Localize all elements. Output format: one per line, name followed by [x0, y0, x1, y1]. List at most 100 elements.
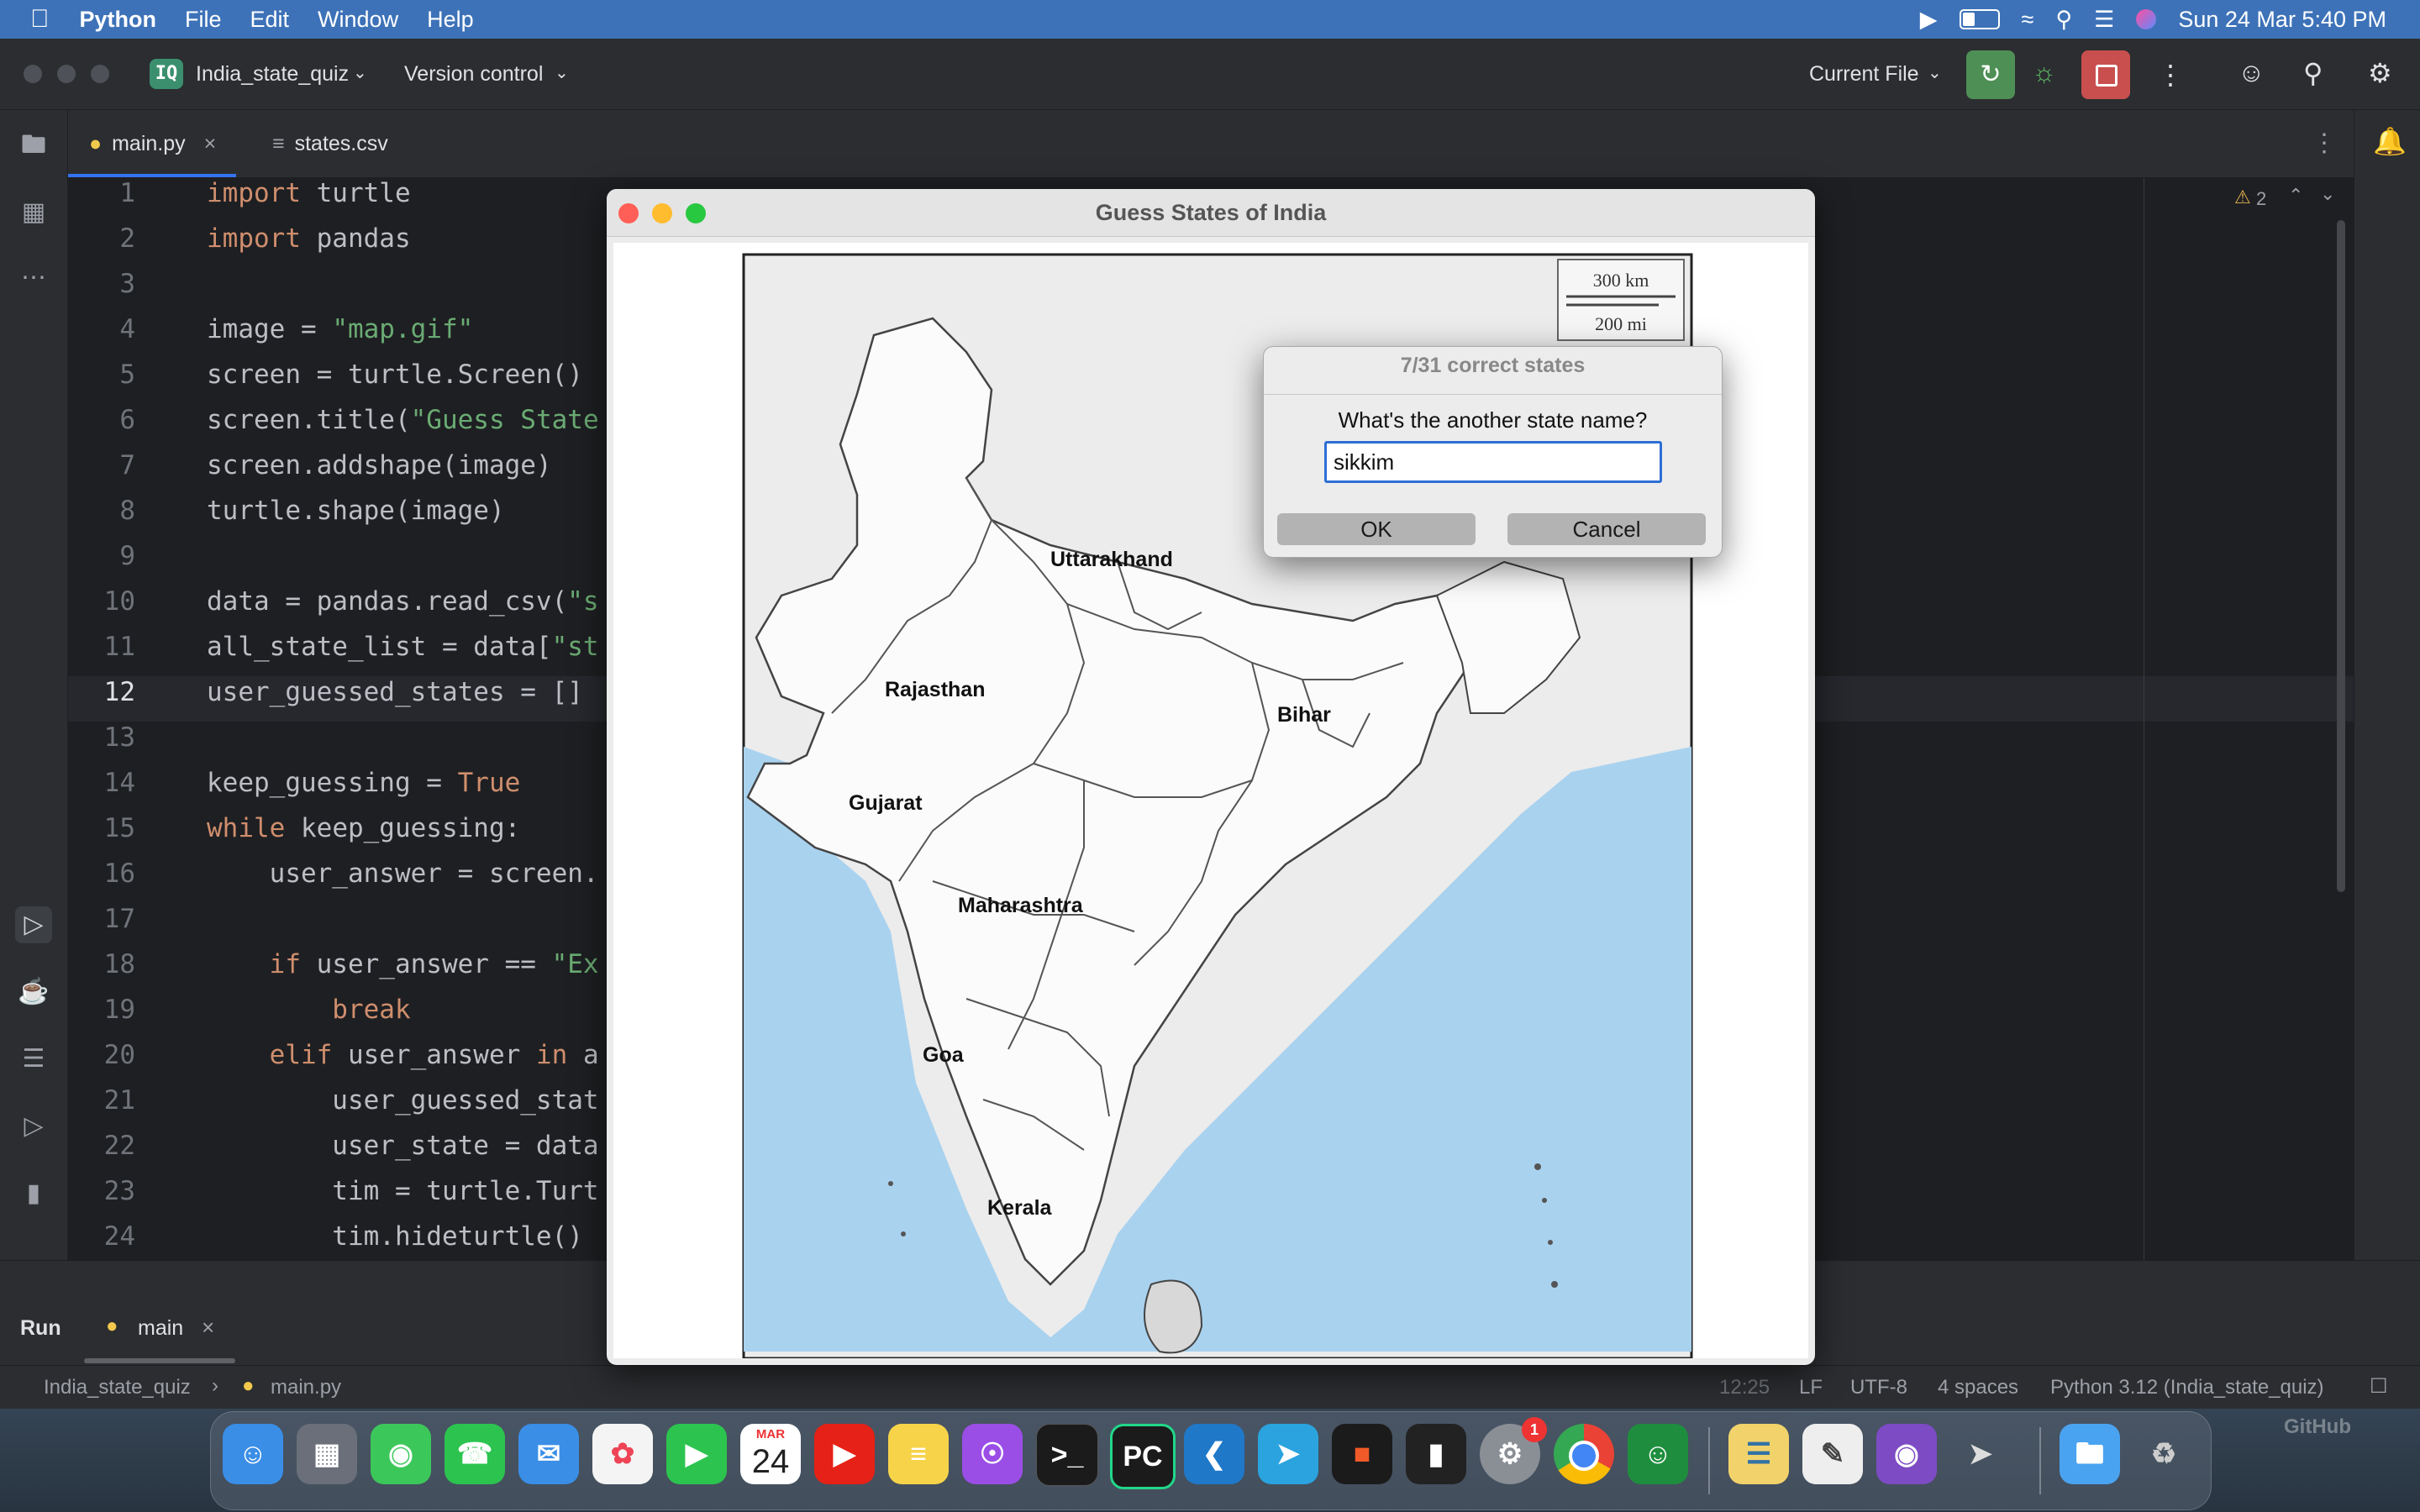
tab-states-csv[interactable]: ≡ states.csv	[272, 110, 388, 177]
tk-minimize-button[interactable]	[652, 203, 672, 223]
run-tab-main[interactable]: main	[138, 1316, 183, 1341]
trash-icon[interactable]: ♻	[2133, 1424, 2194, 1484]
line-number[interactable]: 21	[68, 1085, 135, 1116]
podcasts-icon[interactable]: ☉	[962, 1424, 1023, 1484]
line-number[interactable]: 22	[68, 1131, 135, 1161]
breadcrumb-file[interactable]: main.py	[271, 1376, 341, 1399]
settings-gear-icon[interactable]: ⚙	[2368, 57, 2392, 89]
line-number[interactable]: 16	[68, 858, 135, 889]
line-number[interactable]: 18	[68, 949, 135, 979]
line-number[interactable]: 19	[68, 995, 135, 1025]
run-config-selector[interactable]: Current File	[1809, 62, 1919, 87]
notes-icon[interactable]: ≡	[888, 1424, 949, 1484]
python-launcher-icon[interactable]: ☰	[1728, 1424, 1789, 1484]
calendar-icon[interactable]: MAR 24	[740, 1424, 801, 1484]
line-number[interactable]: 5	[68, 360, 135, 390]
line-number[interactable]: 17	[68, 904, 135, 934]
line-number[interactable]: 4	[68, 314, 135, 344]
tk-close-button[interactable]	[618, 203, 639, 223]
menu-clock[interactable]: Sun 24 Mar 5:40 PM	[2178, 7, 2386, 33]
notifications-bell-icon[interactable]: 🔔	[2373, 125, 2407, 157]
menu-help[interactable]: Help	[427, 7, 474, 33]
window-close-button[interactable]	[24, 65, 42, 83]
breadcrumb-project[interactable]: India_state_quiz	[44, 1376, 191, 1399]
editor-scrollbar[interactable]	[2337, 220, 2345, 892]
apple-icon[interactable]: 	[30, 5, 50, 34]
tk-zoom-button[interactable]	[686, 203, 706, 223]
line-number[interactable]: 20	[68, 1040, 135, 1070]
more-actions-icon[interactable]: ⋮	[2157, 59, 2184, 91]
pycharm-icon[interactable]: PC	[1110, 1424, 1176, 1489]
menu-window[interactable]: Window	[318, 7, 398, 33]
whatsapp-icon[interactable]: ☎	[445, 1424, 505, 1484]
chevron-up-icon[interactable]: ⌃	[2288, 185, 2303, 207]
warning-count[interactable]: 2	[2256, 188, 2266, 210]
terminal-icon[interactable]: ▮	[15, 1175, 52, 1212]
line-number[interactable]: 1	[68, 178, 135, 208]
chrome-icon[interactable]	[1554, 1424, 1614, 1484]
python-interpreter[interactable]: Python 3.12 (India_state_quiz)	[2050, 1376, 2324, 1399]
line-number[interactable]: 23	[68, 1176, 135, 1206]
line-number[interactable]: 11	[68, 632, 135, 662]
finder-icon[interactable]: ☺	[223, 1424, 283, 1484]
youtube-icon[interactable]: ▶	[814, 1424, 875, 1484]
rocket-icon[interactable]: ➤	[1950, 1424, 2011, 1484]
battery-icon[interactable]	[1959, 9, 2000, 29]
line-number[interactable]: 8	[68, 496, 135, 526]
classroom-icon[interactable]: ☺	[1628, 1424, 1688, 1484]
line-number[interactable]: 7	[68, 450, 135, 480]
spotlight-icon[interactable]: ⚲	[2055, 7, 2072, 33]
line-separator[interactable]: LF	[1799, 1376, 1823, 1399]
launchpad-icon[interactable]: ▦	[297, 1424, 357, 1484]
facetime-icon[interactable]: ▶	[666, 1424, 727, 1484]
vscode-icon[interactable]: ❮	[1184, 1424, 1244, 1484]
line-number[interactable]: 2	[68, 223, 135, 254]
play-status-icon[interactable]: ▶	[1920, 7, 1938, 33]
line-number[interactable]: 15	[68, 813, 135, 843]
line-number[interactable]: 24	[68, 1221, 135, 1252]
telegram-icon[interactable]: ➤	[1258, 1424, 1318, 1484]
chevron-down-icon[interactable]: ⌄	[353, 62, 367, 83]
add-user-icon[interactable]: ☺	[2238, 57, 2265, 88]
ok-button[interactable]: OK	[1277, 513, 1476, 545]
structure-icon[interactable]: ▦	[15, 194, 52, 231]
project-selector[interactable]: India_state_quiz	[196, 62, 349, 87]
mail-icon[interactable]: ✉	[518, 1424, 579, 1484]
indent-setting[interactable]: 4 spaces	[1938, 1376, 2018, 1399]
vcs-selector[interactable]: Version control	[404, 62, 543, 87]
project-folder-icon[interactable]: 🖿	[15, 127, 52, 164]
tab-main-py[interactable]: ● main.py ×	[89, 110, 216, 177]
menu-app-name[interactable]: Python	[80, 7, 157, 33]
menu-edit[interactable]: Edit	[250, 7, 290, 33]
stop-button[interactable]	[2081, 50, 2130, 99]
line-number[interactable]: 13	[68, 722, 135, 753]
run-tool-icon[interactable]: ▷	[15, 906, 52, 943]
messages-icon[interactable]: ◉	[371, 1424, 431, 1484]
window-zoom-button[interactable]	[91, 65, 109, 83]
line-number[interactable]: 9	[68, 541, 135, 571]
wifi-icon[interactable]: ≈	[2022, 7, 2034, 33]
chevron-down-icon[interactable]: ⌄	[2320, 183, 2335, 205]
line-number[interactable]: 6	[68, 405, 135, 435]
debug-icon[interactable]: ☼	[2032, 57, 2056, 88]
rerun-button[interactable]: ↻	[1966, 50, 2015, 99]
close-icon[interactable]: ×	[202, 1315, 214, 1341]
line-number[interactable]: 3	[68, 269, 135, 299]
chevron-down-icon[interactable]: ⌄	[1928, 62, 1942, 83]
layers-icon[interactable]: ☰	[15, 1041, 52, 1078]
sublime-icon[interactable]: ■	[1332, 1424, 1392, 1484]
line-number[interactable]: 12	[68, 677, 135, 707]
search-icon[interactable]: ⚲	[2303, 57, 2323, 89]
piano-icon[interactable]: ▮	[1406, 1424, 1466, 1484]
github-desktop-icon[interactable]: ◉	[1876, 1424, 1937, 1484]
siri-icon[interactable]	[2136, 9, 2157, 29]
lock-icon[interactable]: ☐	[2370, 1374, 2388, 1399]
line-number[interactable]: 10	[68, 586, 135, 617]
line-number[interactable]: 14	[68, 768, 135, 798]
cancel-button[interactable]: Cancel	[1507, 513, 1706, 545]
tab-options-icon[interactable]: ⋮	[2312, 129, 2337, 158]
control-center-icon[interactable]: ☰	[2094, 7, 2114, 33]
python-console-icon[interactable]: ☕	[15, 974, 52, 1011]
terminal-app-icon[interactable]: >_	[1036, 1424, 1098, 1486]
close-icon[interactable]: ×	[204, 132, 217, 156]
